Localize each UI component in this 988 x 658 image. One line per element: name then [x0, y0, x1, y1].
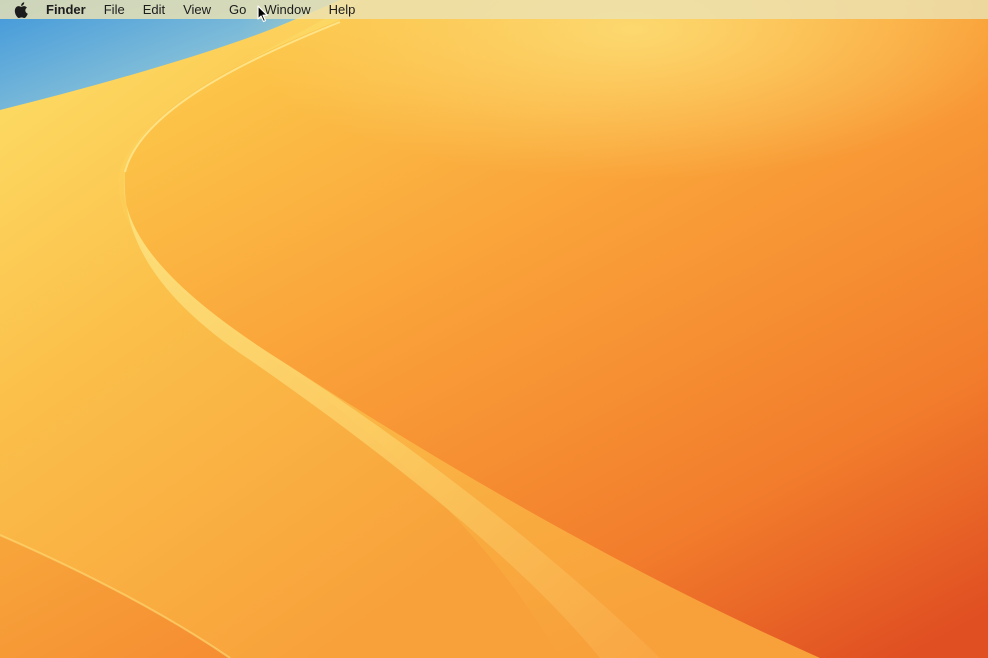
menu-help[interactable]: Help — [320, 0, 365, 19]
app-menu-finder[interactable]: Finder — [37, 0, 95, 19]
apple-menu-button[interactable] — [13, 0, 37, 19]
menu-bar: Finder File Edit View Go Window Help — [0, 0, 988, 19]
menu-view[interactable]: View — [174, 0, 220, 19]
menu-file[interactable]: File — [95, 0, 134, 19]
menu-edit[interactable]: Edit — [134, 0, 174, 19]
desktop-wallpaper — [0, 0, 988, 658]
arrow-pointer-icon — [257, 5, 268, 23]
menu-go[interactable]: Go — [220, 0, 255, 19]
wallpaper-image — [0, 0, 988, 658]
apple-logo-icon — [14, 1, 28, 18]
